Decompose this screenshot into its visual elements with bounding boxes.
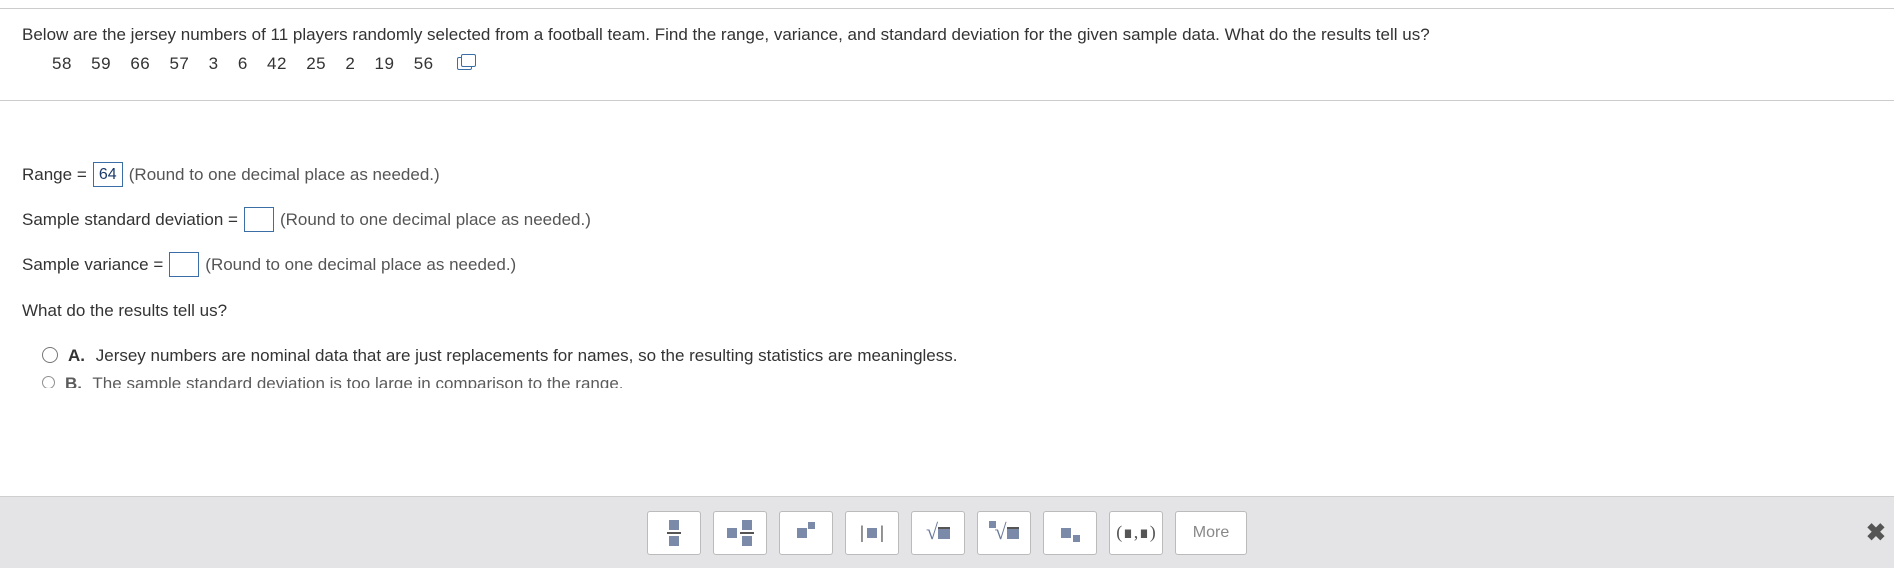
range-input[interactable] (93, 162, 123, 187)
more-button[interactable]: More (1175, 511, 1247, 555)
data-value: 57 (169, 54, 189, 73)
variance-row: Sample variance = (Round to one decimal … (22, 242, 1872, 287)
choice-b-letter: B. (65, 374, 82, 388)
interval-button[interactable]: (∎,∎) (1109, 511, 1163, 555)
absolute-value-button[interactable]: || (845, 511, 899, 555)
data-value: 6 (238, 54, 248, 73)
stddev-hint: (Round to one decimal place as needed.) (280, 210, 591, 230)
choice-a-text: Jersey numbers are nominal data that are… (96, 346, 958, 365)
variance-input[interactable] (169, 252, 199, 277)
interpretation-question: What do the results tell us? (22, 287, 1872, 337)
subscript-button[interactable] (1043, 511, 1097, 555)
data-values: 58 59 66 57 3 6 42 25 2 19 56 (22, 48, 1872, 89)
stddev-input[interactable] (244, 207, 274, 232)
square-root-button[interactable]: √ (911, 511, 965, 555)
data-value: 58 (52, 54, 72, 73)
mixed-fraction-button[interactable] (713, 511, 767, 555)
range-hint: (Round to one decimal place as needed.) (129, 165, 440, 185)
data-value: 19 (375, 54, 395, 73)
data-value: 42 (267, 54, 287, 73)
choice-a[interactable]: A. Jersey numbers are nominal data that … (22, 337, 1872, 374)
data-value: 2 (345, 54, 355, 73)
data-value: 66 (130, 54, 150, 73)
choice-a-radio[interactable] (42, 347, 58, 363)
fraction-button[interactable] (647, 511, 701, 555)
data-value: 59 (91, 54, 111, 73)
answer-area: Range = (Round to one decimal place as n… (0, 140, 1894, 496)
math-toolbar: || √ √ (∎,∎) More ✖ (0, 496, 1894, 568)
choice-b-radio[interactable] (42, 376, 55, 388)
range-label: Range = (22, 165, 87, 185)
question-prompt: Below are the jersey numbers of 11 playe… (22, 23, 1872, 48)
range-row: Range = (Round to one decimal place as n… (22, 152, 1872, 197)
stddev-row: Sample standard deviation = (Round to on… (22, 197, 1872, 242)
question-stem: Below are the jersey numbers of 11 playe… (0, 9, 1894, 100)
exponent-button[interactable] (779, 511, 833, 555)
nth-root-button[interactable]: √ (977, 511, 1031, 555)
choice-b-partial[interactable]: B. The sample standard deviation is too … (22, 374, 1872, 388)
variance-label: Sample variance = (22, 255, 163, 275)
variance-hint: (Round to one decimal place as needed.) (205, 255, 516, 275)
divider (0, 100, 1894, 101)
data-value: 56 (414, 54, 434, 73)
more-label: More (1193, 524, 1229, 542)
close-toolbar-icon[interactable]: ✖ (1860, 512, 1892, 553)
choice-b-text: The sample standard deviation is too lar… (92, 374, 623, 388)
data-value: 25 (306, 54, 326, 73)
data-value: 3 (209, 54, 219, 73)
choice-a-letter: A. (68, 346, 85, 365)
copy-data-icon[interactable] (457, 57, 472, 70)
stddev-label: Sample standard deviation = (22, 210, 238, 230)
